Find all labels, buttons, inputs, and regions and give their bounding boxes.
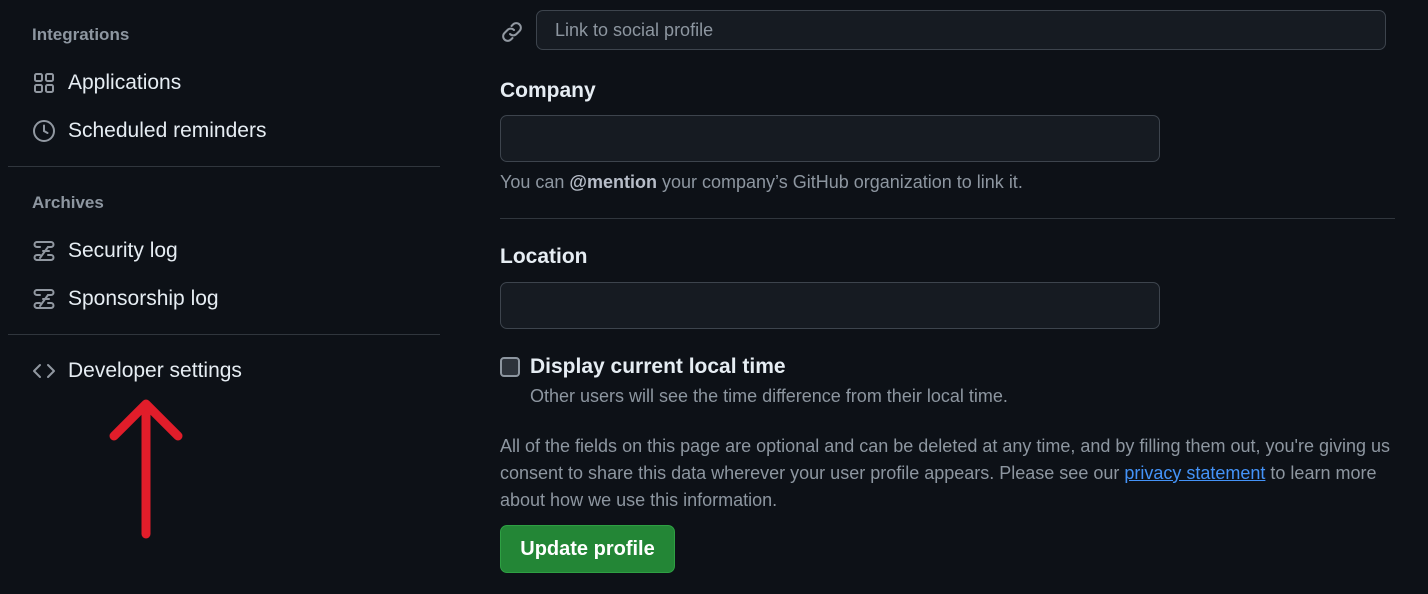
clock-icon xyxy=(32,119,56,143)
log-icon xyxy=(32,239,56,263)
profile-form: Company You can @mention your company’s … xyxy=(500,0,1400,594)
local-time-hint: Other users will see the time difference… xyxy=(530,386,1008,406)
sidebar-divider xyxy=(8,334,440,335)
company-hint: You can @mention your company’s GitHub o… xyxy=(500,172,1023,193)
log-icon xyxy=(32,287,56,311)
integrations-heading: Integrations xyxy=(32,25,130,44)
company-hint-mention: @mention xyxy=(569,172,657,192)
sidebar-item-developer-settings[interactable]: Developer settings xyxy=(8,351,440,391)
company-hint-suffix: your company’s GitHub organization to li… xyxy=(656,172,1023,192)
sidebar-item-sponsorship-log[interactable]: Sponsorship log xyxy=(8,279,440,319)
settings-sidebar: Integrations Applications Scheduled remi… xyxy=(8,0,440,594)
sidebar-item-label: Scheduled reminders xyxy=(68,119,267,142)
company-input[interactable] xyxy=(500,115,1160,162)
local-time-checkbox[interactable] xyxy=(500,357,520,377)
sidebar-item-label: Developer settings xyxy=(68,359,242,382)
annotation-arrow-icon xyxy=(109,399,183,539)
sidebar-item-label: Security log xyxy=(68,239,178,262)
sidebar-item-security-log[interactable]: Security log xyxy=(8,231,440,271)
form-divider xyxy=(500,218,1395,219)
company-hint-prefix: You can xyxy=(500,172,570,192)
privacy-statement-link[interactable]: privacy statement xyxy=(1124,463,1265,483)
archives-heading: Archives xyxy=(32,193,104,212)
sidebar-item-scheduled-reminders[interactable]: Scheduled reminders xyxy=(8,111,440,151)
location-input[interactable] xyxy=(500,282,1160,329)
sidebar-item-label: Applications xyxy=(68,71,182,94)
privacy-disclaimer: All of the fields on this page are optio… xyxy=(500,433,1395,514)
code-icon xyxy=(32,359,56,383)
company-label: Company xyxy=(500,79,596,102)
update-profile-button[interactable]: Update profile xyxy=(500,525,675,573)
local-time-label: Display current local time xyxy=(530,355,786,378)
location-label: Location xyxy=(500,245,588,268)
social-profile-input[interactable] xyxy=(536,10,1386,50)
link-icon xyxy=(500,20,524,44)
sidebar-item-applications[interactable]: Applications xyxy=(8,63,440,103)
apps-grid-icon xyxy=(32,71,56,95)
sidebar-divider xyxy=(8,166,440,167)
sidebar-item-label: Sponsorship log xyxy=(68,287,219,310)
settings-page: Integrations Applications Scheduled remi… xyxy=(0,0,1428,594)
